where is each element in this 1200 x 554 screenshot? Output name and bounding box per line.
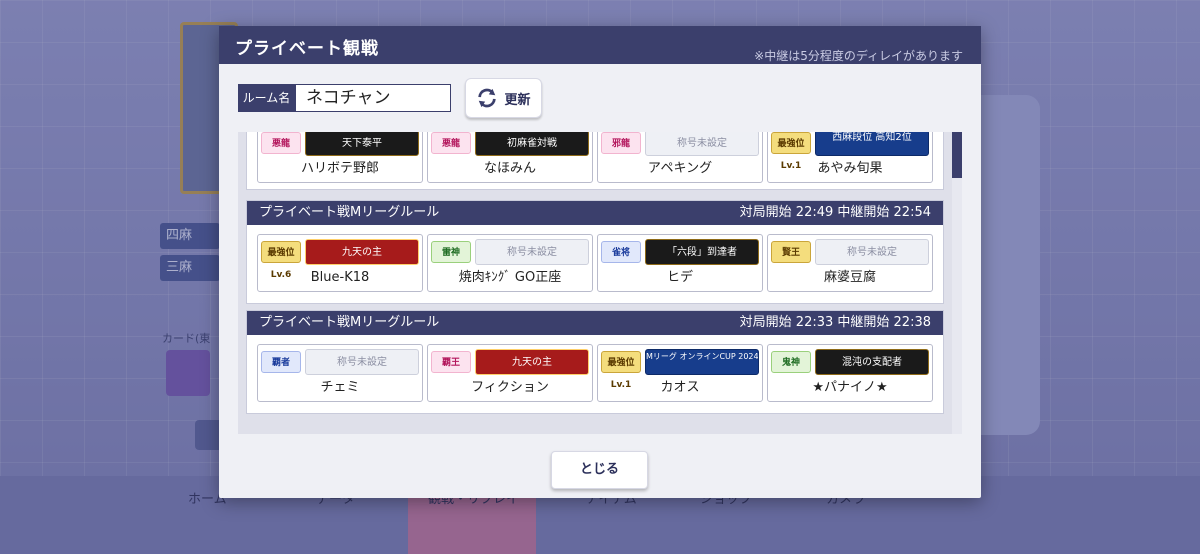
rank-badge: 覇者 bbox=[261, 351, 301, 373]
player-slot[interactable]: 覇者 称号未設定 チェミ bbox=[257, 344, 423, 402]
title-plate: 称号未設定 bbox=[475, 239, 589, 265]
rank-badge: 賢王 bbox=[771, 241, 811, 263]
refresh-button[interactable]: 更新 bbox=[465, 78, 542, 118]
title-plate: 称号未設定 bbox=[305, 349, 419, 375]
rank-badge: 覇王 bbox=[431, 351, 471, 373]
rank-badge: 悪龍 bbox=[431, 132, 471, 154]
list-scrollbar[interactable] bbox=[952, 132, 962, 434]
title-plate: 九天の主 bbox=[305, 239, 419, 265]
player-slot[interactable]: 悪龍 天下泰平 ハリボテ野郎 bbox=[257, 132, 423, 183]
player-slot[interactable]: 雀将 「六段」到達者 ヒデ bbox=[597, 234, 763, 292]
title-plate: 称号未設定 bbox=[815, 239, 929, 265]
player-slot[interactable]: 最強位Lv.1 西麻段位 高知2位 あやみ旬果 bbox=[767, 132, 933, 183]
room-card: プライベート戦Mリーグルール 対局開始 22:49 中継開始 22:54 最強位… bbox=[246, 200, 944, 304]
player-name: ハリボテ野郎 bbox=[300, 161, 379, 176]
player-name: カオス bbox=[660, 380, 700, 395]
player-name: アペキング bbox=[647, 161, 713, 176]
player-row: 覇者 称号未設定 チェミ 覇王 九天の主 フィクション 最強位Lv.1 Mリーグ bbox=[247, 344, 943, 402]
player-slot[interactable]: 最強位Lv.1 Mリーグ オンラインCUP 2024 挑戦者 カオス bbox=[597, 344, 763, 402]
rank-badge: 邪龍 bbox=[601, 132, 641, 154]
title-plate: 西麻段位 高知2位 bbox=[815, 132, 929, 156]
modal-title: プライベート観戦 bbox=[235, 39, 379, 59]
player-name: フィクション bbox=[471, 380, 549, 395]
modal-header: プライベート観戦 ※中継は5分程度のディレイがあります bbox=[219, 26, 981, 64]
room-list[interactable]: 悪龍 天下泰平 ハリボテ野郎 悪龍 初麻雀対戦 なほみん 邪龍 称号未設定 アペ… bbox=[238, 132, 962, 434]
room-header: プライベート戦Mリーグルール 対局開始 22:33 中継開始 22:38 bbox=[247, 311, 943, 335]
player-slot[interactable]: 雷神 称号未設定 焼肉ｷﾝｸﾞ GO正座 bbox=[427, 234, 593, 292]
room-header: プライベート戦Mリーグルール 対局開始 22:49 中継開始 22:54 bbox=[247, 201, 943, 225]
refresh-label: 更新 bbox=[504, 92, 531, 108]
room-card: 悪龍 天下泰平 ハリボテ野郎 悪龍 初麻雀対戦 なほみん 邪龍 称号未設定 アペ… bbox=[246, 132, 944, 190]
player-name: ★パナイノ★ bbox=[812, 380, 888, 395]
player-slot[interactable]: 最強位Lv.6 九天の主 Blue-K18 bbox=[257, 234, 423, 292]
player-name: 麻婆豆腐 bbox=[823, 270, 876, 285]
rank-badge: 鬼神 bbox=[771, 351, 811, 373]
room-time: 対局開始 22:49 中継開始 22:54 bbox=[739, 205, 931, 220]
room-name-input[interactable]: ネコチャン bbox=[295, 84, 451, 112]
title-plate: 天下泰平 bbox=[305, 132, 419, 156]
rank-badge: 最強位Lv.6 bbox=[261, 241, 301, 280]
player-row: 最強位Lv.6 九天の主 Blue-K18 雷神 称号未設定 焼肉ｷﾝｸﾞ GO… bbox=[247, 234, 943, 292]
player-name: なほみん bbox=[483, 161, 536, 176]
player-slot[interactable]: 賢王 称号未設定 麻婆豆腐 bbox=[767, 234, 933, 292]
close-button[interactable]: とじる bbox=[551, 451, 648, 489]
room-card: プライベート戦Mリーグルール 対局開始 22:33 中継開始 22:38 覇者 … bbox=[246, 310, 944, 414]
delay-note: ※中継は5分程度のディレイがあります bbox=[754, 49, 963, 63]
rank-badge: 雀将 bbox=[601, 241, 641, 263]
player-name: Blue-K18 bbox=[310, 270, 370, 285]
refresh-icon bbox=[478, 88, 497, 108]
player-name: 焼肉ｷﾝｸﾞ GO正座 bbox=[458, 270, 562, 285]
player-slot[interactable]: 邪龍 称号未設定 アペキング bbox=[597, 132, 763, 183]
room-rule: プライベート戦Mリーグルール bbox=[259, 205, 440, 220]
title-plate: Mリーグ オンラインCUP 2024 挑戦者 bbox=[645, 349, 759, 375]
scroll-thumb[interactable] bbox=[952, 132, 962, 178]
player-name: ヒデ bbox=[666, 270, 693, 285]
rank-badge: 雷神 bbox=[431, 241, 471, 263]
player-name: あやみ旬果 bbox=[817, 161, 883, 176]
room-rule: プライベート戦Mリーグルール bbox=[259, 315, 440, 330]
rank-badge: 最強位Lv.1 bbox=[601, 351, 641, 390]
title-plate: 九天の主 bbox=[475, 349, 589, 375]
rank-badge: 最強位Lv.1 bbox=[771, 132, 811, 171]
player-row: 悪龍 天下泰平 ハリボテ野郎 悪龍 初麻雀対戦 なほみん 邪龍 称号未設定 アペ… bbox=[247, 132, 943, 183]
player-slot[interactable]: 悪龍 初麻雀対戦 なほみん bbox=[427, 132, 593, 183]
title-plate: 初麻雀対戦 bbox=[475, 132, 589, 156]
player-name: チェミ bbox=[320, 380, 360, 395]
room-name-label: ルーム名 bbox=[238, 84, 295, 112]
player-slot[interactable]: 鬼神 混沌の支配者 ★パナイノ★ bbox=[767, 344, 933, 402]
title-plate: 混沌の支配者 bbox=[815, 349, 929, 375]
title-plate: 称号未設定 bbox=[645, 132, 759, 156]
title-plate: 「六段」到達者 bbox=[645, 239, 759, 265]
rank-badge: 悪龍 bbox=[261, 132, 301, 154]
player-slot[interactable]: 覇王 九天の主 フィクション bbox=[427, 344, 593, 402]
room-time: 対局開始 22:33 中継開始 22:38 bbox=[739, 315, 931, 330]
private-watch-modal: プライベート観戦 ※中継は5分程度のディレイがあります ルーム名 ネコチャン 更… bbox=[219, 26, 981, 498]
